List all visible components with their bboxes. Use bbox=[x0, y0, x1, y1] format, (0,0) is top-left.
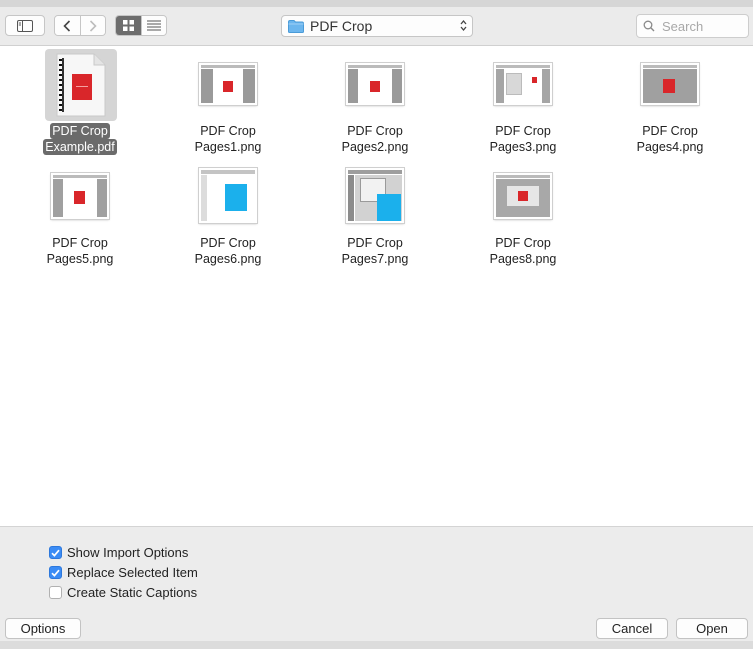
create-static-captions-checkbox[interactable]: Create Static Captions bbox=[49, 585, 197, 600]
path-popup[interactable]: PDF Crop bbox=[281, 15, 473, 37]
window-top-edge bbox=[0, 0, 753, 7]
chevron-right-icon bbox=[89, 19, 97, 32]
file-thumbnail bbox=[641, 63, 699, 105]
cancel-button[interactable]: Cancel bbox=[596, 618, 668, 639]
sidebar-icon bbox=[17, 19, 33, 32]
file-name-line1: PDF Crop bbox=[50, 123, 110, 139]
sidebar-toggle-button[interactable] bbox=[5, 15, 45, 36]
file-name-line1: PDF Crop bbox=[347, 124, 403, 138]
search-icon bbox=[643, 20, 655, 32]
search-field[interactable] bbox=[636, 14, 749, 38]
file-thumbnail bbox=[494, 173, 552, 219]
window-bottom-edge bbox=[0, 641, 753, 649]
file-thumbnail bbox=[346, 63, 404, 105]
pdf-document-icon bbox=[56, 53, 106, 117]
file-thumbnail bbox=[199, 63, 257, 105]
checkbox-box[interactable] bbox=[49, 566, 62, 579]
list-icon bbox=[146, 20, 161, 31]
options-button[interactable]: Options bbox=[5, 618, 81, 639]
file-name-line1: PDF Crop bbox=[495, 124, 551, 138]
icon-view-button[interactable] bbox=[116, 16, 141, 35]
file-name-line1: PDF Crop bbox=[200, 124, 256, 138]
file-name-line2: Pages8.png bbox=[489, 252, 557, 266]
file-thumbnail bbox=[494, 63, 552, 105]
chevron-left-icon bbox=[63, 19, 71, 32]
replace-selected-item-checkbox[interactable]: Replace Selected Item bbox=[49, 565, 198, 580]
file-name: PDF Crop Pages3.png bbox=[463, 123, 583, 155]
toolbar: PDF Crop bbox=[0, 7, 753, 46]
forward-button[interactable] bbox=[79, 16, 105, 35]
checkmark-icon bbox=[51, 549, 60, 557]
file-name-line2: Pages4.png bbox=[636, 140, 704, 154]
file-name-line1: PDF Crop bbox=[642, 124, 698, 138]
file-browser: PDF Crop Example.pdf PDF Crop Pages1.png… bbox=[0, 46, 753, 526]
file-name-line1: PDF Crop bbox=[200, 236, 256, 250]
file-name-line2: Pages2.png bbox=[341, 140, 409, 154]
checkbox-box[interactable] bbox=[49, 586, 62, 599]
file-thumbnail bbox=[45, 49, 117, 121]
file-thumbnail bbox=[199, 168, 257, 223]
file-thumbnail bbox=[346, 168, 404, 223]
checkbox-label: Show Import Options bbox=[67, 545, 189, 560]
folder-icon bbox=[288, 19, 304, 33]
view-mode-control bbox=[115, 15, 167, 36]
file-name: PDF Crop Pages4.png bbox=[610, 123, 730, 155]
file-name: PDF Crop Pages6.png bbox=[168, 235, 288, 267]
show-import-options-checkbox[interactable]: Show Import Options bbox=[49, 545, 188, 560]
file-name-line2: Pages7.png bbox=[341, 252, 409, 266]
file-name-line2: Pages3.png bbox=[489, 140, 557, 154]
path-folder-label: PDF Crop bbox=[310, 18, 373, 34]
checkbox-box[interactable] bbox=[49, 546, 62, 559]
file-name-line2: Pages1.png bbox=[194, 140, 262, 154]
back-button[interactable] bbox=[55, 16, 80, 35]
file-name: PDF Crop Pages8.png bbox=[463, 235, 583, 267]
file-name-line2: Pages6.png bbox=[194, 252, 262, 266]
file-name: PDF Crop Pages2.png bbox=[315, 123, 435, 155]
file-name: PDF Crop Example.pdf bbox=[20, 123, 140, 155]
file-name-line2: Pages5.png bbox=[46, 252, 114, 266]
file-name-line1: PDF Crop bbox=[495, 236, 551, 250]
chevron-up-down-icon bbox=[460, 19, 467, 32]
checkbox-label: Create Static Captions bbox=[67, 585, 198, 600]
file-name-line1: PDF Crop bbox=[347, 236, 403, 250]
checkmark-icon bbox=[51, 569, 60, 577]
file-name-line1: PDF Crop bbox=[52, 236, 108, 250]
checkbox-label: Replace Selected Item bbox=[67, 565, 198, 580]
file-name: PDF Crop Pages1.png bbox=[168, 123, 288, 155]
import-options-panel: Show Import Options Replace Selected Ite… bbox=[0, 526, 753, 617]
list-view-button[interactable] bbox=[140, 16, 166, 35]
grid-icon bbox=[122, 20, 134, 31]
file-name: PDF Crop Pages7.png bbox=[315, 235, 435, 267]
file-thumbnail bbox=[51, 173, 109, 219]
search-input[interactable] bbox=[660, 17, 744, 35]
file-name-line2: Example.pdf bbox=[43, 139, 117, 155]
open-button[interactable]: Open bbox=[676, 618, 748, 639]
back-forward-control bbox=[54, 15, 106, 36]
file-name: PDF Crop Pages5.png bbox=[20, 235, 140, 267]
